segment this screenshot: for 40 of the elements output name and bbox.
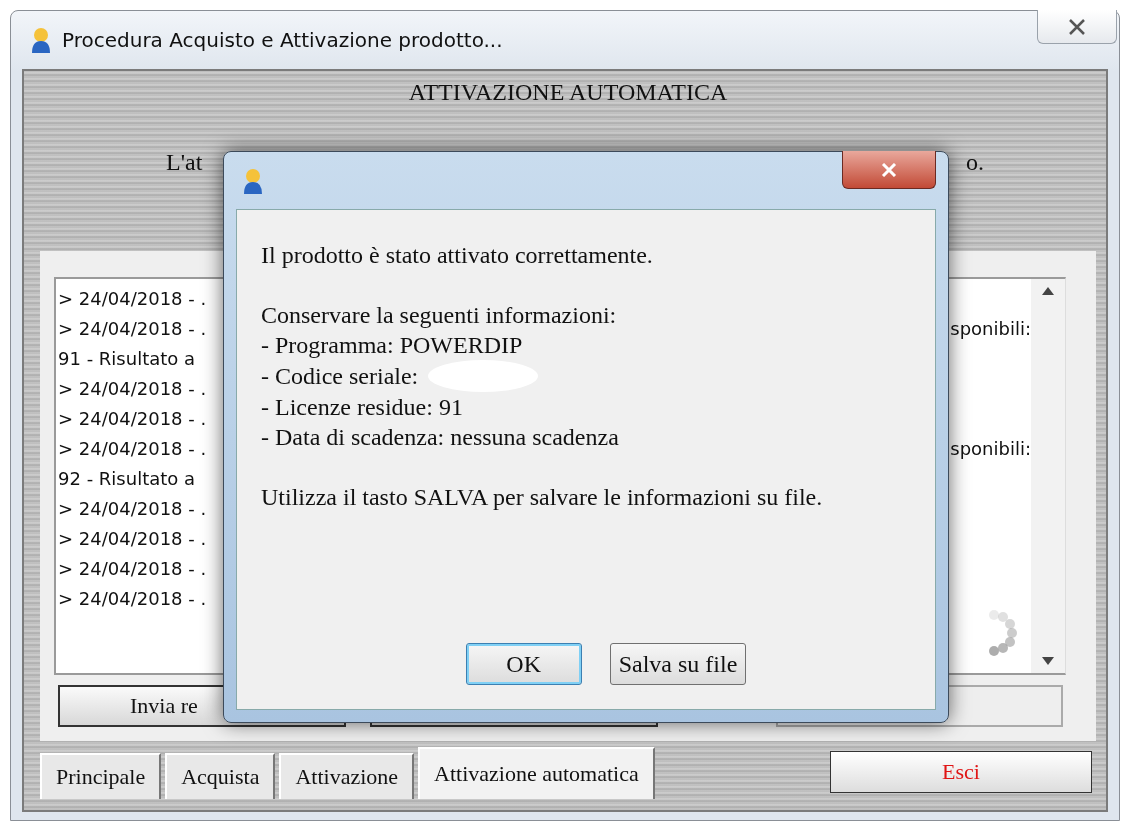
log-entry: 91 - Risultato a	[58, 347, 196, 369]
close-icon	[881, 162, 897, 177]
info-title: Conservare la seguenti informazioni:	[261, 301, 618, 330]
intro-text: o.	[966, 149, 984, 177]
log-entry: > 24/04/2018 - .	[58, 377, 207, 399]
log-entry: sponibili:	[950, 317, 1031, 339]
intro-text: L'at	[166, 149, 203, 177]
app-icon	[30, 27, 52, 53]
tab[interactable]: Acquista	[165, 753, 276, 799]
close-icon	[1068, 18, 1086, 35]
dialog-close-button[interactable]	[842, 151, 936, 189]
info-line: - Programma: POWERDIP	[261, 331, 523, 360]
dialog-hint: Utilizza il tasto SALVA per salvare le informazioni su file.	[261, 483, 824, 512]
tab[interactable]: Principale	[40, 753, 162, 799]
dialog-icon	[242, 167, 264, 194]
close-button[interactable]	[1037, 10, 1117, 44]
info-line: - Data di scadenza: nessuna scadenza	[261, 423, 619, 452]
log-entry: > 24/04/2018 - .	[58, 407, 207, 429]
exit-button[interactable]: Esci	[830, 751, 1092, 793]
scrollbar[interactable]	[1031, 279, 1065, 673]
tab[interactable]: Attivazione	[279, 753, 415, 799]
dialog-button[interactable]: Salva su file	[609, 643, 747, 685]
log-entry: > 24/04/2018 - .	[58, 497, 207, 519]
log-entry: > 24/04/2018 - .	[58, 437, 207, 459]
scroll-down-icon[interactable]	[1042, 657, 1054, 665]
log-entry: 92 - Risultato a	[58, 467, 196, 489]
window-title: Procedura Acquisto e Attivazione prodotto...	[62, 28, 503, 52]
tab[interactable]: Attivazione automatica	[418, 747, 655, 799]
log-entry: > 24/04/2018 - .	[58, 287, 207, 309]
dialog-button[interactable]: OK	[465, 643, 582, 685]
scroll-up-icon[interactable]	[1042, 287, 1054, 295]
log-entry: sponibili:	[950, 437, 1031, 459]
log-entry: > 24/04/2018 - .	[58, 317, 207, 339]
info-line: - Licenze residue: 91	[261, 393, 463, 422]
log-entry: > 24/04/2018 - .	[58, 527, 207, 549]
log-entry: > 24/04/2018 - .	[58, 587, 207, 609]
dialog-message: Il prodotto è stato attivato correttamente.	[261, 241, 654, 270]
section-heading: ATTIVAZIONE AUTOMATICA	[408, 79, 728, 105]
info-line: - Codice seriale:	[261, 362, 419, 391]
log-entry: > 24/04/2018 - .	[58, 557, 207, 579]
